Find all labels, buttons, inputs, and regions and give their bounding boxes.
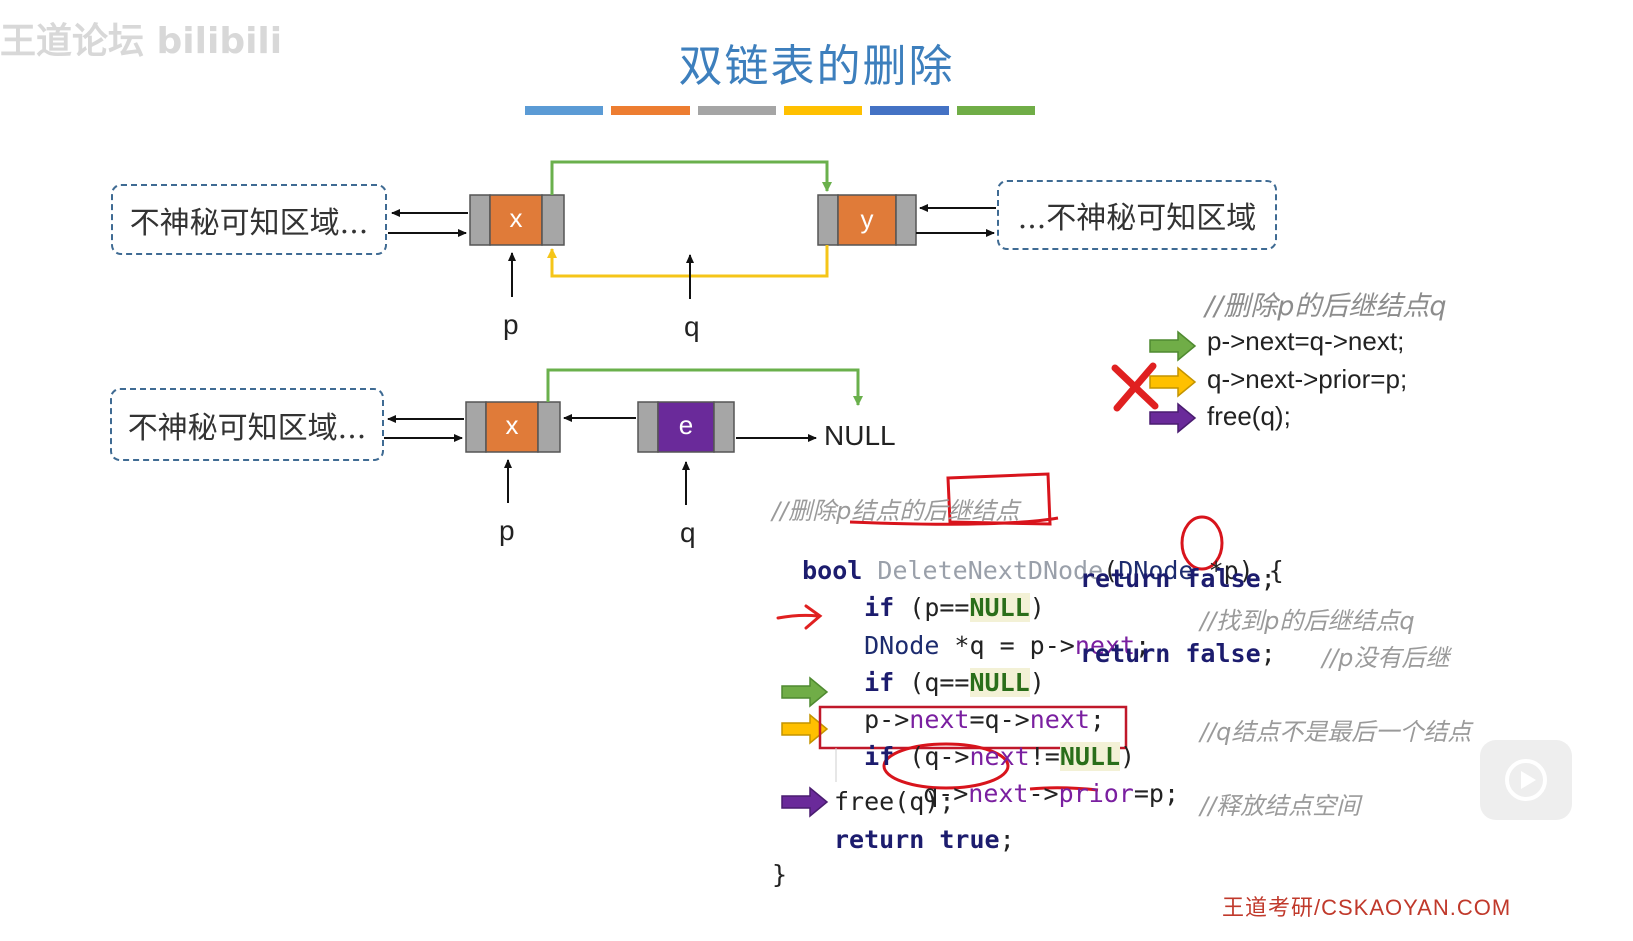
code-line-3-comment: //找到p的后继结点q xyxy=(1200,607,1415,635)
step-3: free(q); xyxy=(1207,401,1291,431)
bottom-pointer-q: q xyxy=(680,517,696,548)
top-pointer-q: q xyxy=(684,311,700,342)
top-node-x-label: x xyxy=(509,203,523,233)
play-icon xyxy=(1505,759,1547,801)
bottom-node-e-label: e xyxy=(678,410,694,440)
top-pointer-p: p xyxy=(503,309,519,340)
step-2: q->next->prior=p; xyxy=(1207,364,1408,394)
top-node-y-label: y xyxy=(860,204,874,234)
green-next-arrow xyxy=(550,160,832,195)
code-line-8: free(q); xyxy=(834,787,955,816)
top-left-region: 不神秘可知区域... xyxy=(111,184,387,255)
code-line-4-return: return false; xyxy=(1080,639,1276,668)
code-closing-brace: } xyxy=(772,860,788,889)
steps-comment: //删除p的后继结点q xyxy=(1205,291,1447,322)
red-cross-icon xyxy=(1111,362,1159,412)
code-line-2-return: return false; xyxy=(1080,564,1276,593)
step-arrows xyxy=(1149,330,1197,434)
site-footer: 王道考研/CSKAOYAN.COM xyxy=(1222,895,1512,920)
step-1: p->next=q->next; xyxy=(1207,326,1405,356)
code-comment: //删除p结点的后继结点 xyxy=(772,497,1020,525)
linked-list-diagram xyxy=(384,160,1224,818)
code-line-9: return true; xyxy=(834,825,1015,854)
play-button[interactable] xyxy=(1480,740,1572,820)
green-next-to-null xyxy=(546,368,863,406)
top-right-region: ...不神秘可知区域 xyxy=(997,180,1277,250)
bottom-node-x-label: x xyxy=(505,410,519,440)
red-hand-arrow-icon xyxy=(776,604,823,630)
bottom-pointer-p: p xyxy=(499,515,515,546)
bottom-left-region: 不神秘可知区域... xyxy=(110,388,384,461)
code-line-8-comment: //释放结点空间 xyxy=(1200,792,1361,820)
code-line-6-comment: //q结点不是最后一个结点 xyxy=(1200,718,1472,746)
code-line-4-comment: //p没有后继 xyxy=(1322,644,1450,672)
null-label: NULL xyxy=(824,420,896,451)
